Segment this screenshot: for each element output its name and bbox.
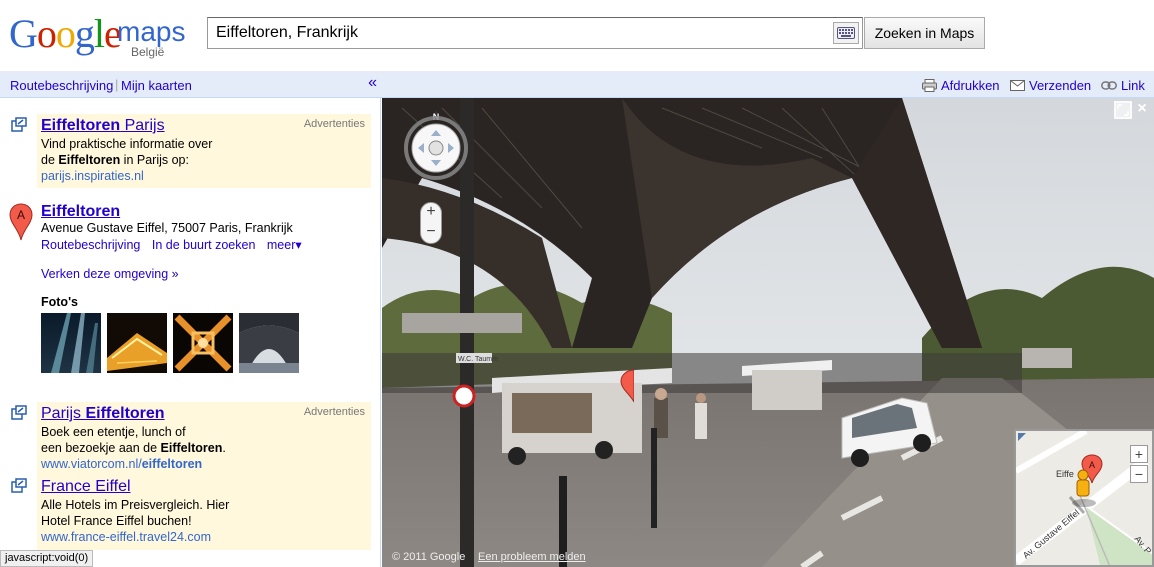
ad-url[interactable]: www.viatorcom.nl/eiffeltoren bbox=[41, 457, 202, 471]
ad-title-link[interactable]: France Eiffel bbox=[41, 478, 131, 496]
result-directions-link[interactable]: Routebeschrijving bbox=[41, 238, 140, 252]
ad-text: Boek een etentje, lunch of bbox=[41, 425, 186, 439]
result-more-link[interactable]: meer▾ bbox=[267, 238, 302, 252]
explore-area-link[interactable]: Verken deze omgeving » bbox=[41, 267, 179, 281]
search-maps-button[interactable]: Zoeken in Maps bbox=[864, 17, 985, 49]
printer-icon bbox=[922, 79, 937, 92]
pan-control[interactable]: N bbox=[404, 108, 468, 182]
ad-text: een bezoekje aan de Eiffeltoren. bbox=[41, 441, 226, 455]
result-title-link[interactable]: Eiffeltoren bbox=[41, 203, 120, 221]
ad-block-1: Advertenties Eiffeltoren Parijs Vind pra… bbox=[37, 114, 371, 188]
zoom-control: + − bbox=[420, 202, 442, 244]
ad-text: Alle Hotels im Preisvergleich. Hier bbox=[41, 498, 230, 512]
google-maps-app: Google maps België Zoeken in Maps bbox=[0, 0, 1154, 567]
zoom-in-button[interactable]: + bbox=[421, 203, 441, 223]
print-label: Afdrukken bbox=[941, 78, 1000, 93]
external-link-icon bbox=[11, 117, 27, 132]
ad-title-link[interactable]: Parijs Eiffeltoren bbox=[41, 405, 165, 423]
ads-label: Advertenties bbox=[303, 118, 365, 130]
fullscreen-icon[interactable] bbox=[1114, 101, 1132, 119]
photo-thumbnail[interactable] bbox=[107, 313, 167, 373]
minimap-zoom-in-button[interactable]: + bbox=[1130, 445, 1148, 463]
results-panel: Advertenties Eiffeltoren Parijs Vind pra… bbox=[0, 98, 381, 567]
report-problem-link[interactable]: Een probleem melden bbox=[478, 551, 586, 563]
link-label: Link bbox=[1121, 78, 1145, 93]
keyboard-icon bbox=[837, 27, 855, 39]
street-view-panorama[interactable]: W.C. Taumm N + − × © 2011 Google Een pro… bbox=[382, 98, 1154, 567]
copyright-text: © 2011 Google bbox=[392, 551, 466, 563]
link-link[interactable]: Link bbox=[1101, 78, 1145, 93]
result-address: Avenue Gustave Eiffel, 75007 Paris, Fran… bbox=[41, 221, 293, 235]
search-input[interactable] bbox=[208, 18, 828, 48]
header: Google maps België Zoeken in Maps bbox=[0, 0, 1154, 70]
map-toolbar: Afdrukken Verzenden Link bbox=[381, 71, 1154, 98]
directions-link[interactable]: Routebeschrijving bbox=[10, 78, 113, 93]
browser-status-bar: javascript:void(0) bbox=[0, 550, 94, 567]
close-street-view-button[interactable]: × bbox=[1133, 100, 1151, 118]
left-toolbar: Routebeschrijving | Mijn kaarten « bbox=[0, 71, 381, 98]
keyboard-button[interactable] bbox=[833, 22, 859, 44]
ad-text: Hotel France Eiffel buchen! bbox=[41, 514, 192, 528]
svg-text:A: A bbox=[17, 208, 25, 222]
photo-thumbnail[interactable] bbox=[41, 313, 101, 373]
ad-url[interactable]: parijs.inspiraties.nl bbox=[41, 169, 144, 183]
logo-google-text: Google bbox=[9, 11, 122, 56]
result-actions: Routebeschrijving In de buurt zoeken mee… bbox=[41, 237, 310, 252]
photo-thumbnail[interactable] bbox=[173, 313, 233, 373]
collapse-panel-button[interactable]: « bbox=[368, 74, 377, 92]
ad-url[interactable]: www.france-eiffel.travel24.com bbox=[41, 530, 211, 544]
ad-title-link[interactable]: Eiffeltoren Parijs bbox=[41, 117, 165, 135]
zoom-out-button[interactable]: − bbox=[421, 223, 441, 243]
ad-block-2: Advertenties Parijs Eiffeltoren Boek een… bbox=[37, 402, 371, 550]
mini-map[interactable]: Eiffe Av. Gustave Eiffel Av. P A + − bbox=[1014, 429, 1154, 567]
ad-text: de Eiffeltoren in Parijs op: bbox=[41, 153, 189, 167]
svg-text:A: A bbox=[1089, 460, 1095, 470]
search-box bbox=[207, 17, 863, 49]
external-link-icon bbox=[11, 478, 27, 493]
logo-maps-text: maps bbox=[117, 16, 186, 47]
envelope-icon bbox=[1010, 80, 1025, 91]
ads-label: Advertenties bbox=[303, 406, 365, 418]
minimap-zoom-out-button[interactable]: − bbox=[1130, 465, 1148, 483]
map-marker-icon bbox=[620, 369, 634, 403]
toolbar-separator: | bbox=[115, 77, 119, 92]
my-maps-link[interactable]: Mijn kaarten bbox=[121, 78, 192, 93]
ad-text: Vind praktische informatie over bbox=[41, 137, 213, 151]
svg-text:W.C. Taumm: W.C. Taumm bbox=[458, 356, 498, 363]
photo-thumbnail[interactable] bbox=[239, 313, 299, 373]
send-link[interactable]: Verzenden bbox=[1010, 78, 1091, 93]
svg-text:Eiffe: Eiffe bbox=[1056, 469, 1074, 479]
photos-heading: Foto's bbox=[41, 295, 78, 309]
logo-country: België bbox=[131, 45, 165, 59]
result-nearby-link[interactable]: In de buurt zoeken bbox=[152, 238, 256, 252]
print-link[interactable]: Afdrukken bbox=[922, 78, 1000, 93]
external-link-icon bbox=[11, 405, 27, 420]
map-marker-a-icon[interactable]: A bbox=[9, 203, 33, 241]
send-label: Verzenden bbox=[1029, 78, 1092, 93]
chain-link-icon bbox=[1101, 81, 1117, 90]
google-maps-logo[interactable]: Google maps België bbox=[9, 12, 189, 62]
